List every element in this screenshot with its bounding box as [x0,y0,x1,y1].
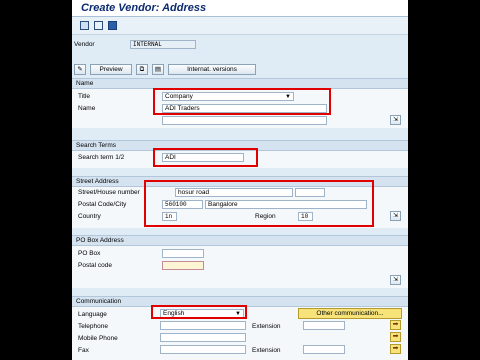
mobile-arrow-icon[interactable]: ➡ [390,332,401,342]
fax-label: Fax [78,347,89,354]
preview-button[interactable]: Preview [90,64,132,75]
sap-screen: Create Vendor: Address Vendor INTERNAL ✎… [72,0,408,360]
mobile-label: Mobile Phone [78,335,118,342]
fax-field[interactable] [160,345,246,354]
telephone-extension-field[interactable] [303,321,345,330]
more-address-icon[interactable]: ⇲ [390,211,401,221]
highlight-search-term [153,148,258,167]
name-field-2[interactable] [162,116,327,125]
vendor-field: INTERNAL [130,40,196,49]
name-label: Name [78,105,96,112]
preview-button-label: Preview [99,66,123,73]
po-box-field[interactable] [162,249,204,258]
name-group-heading: Name [76,80,94,87]
search-terms-heading: Search Terms [76,142,116,149]
po-postal-label: Postal code [78,262,112,269]
application-toolbar [72,17,408,35]
page-title: Create Vendor: Address [81,2,207,14]
other-object-icon[interactable] [94,21,103,30]
other-communication-button[interactable]: Other communication... [298,308,402,319]
fax-arrow-icon[interactable]: ➡ [390,344,401,354]
internat-versions-button[interactable]: Internat. versions [168,64,256,75]
language-label: Language [78,311,107,318]
communication-heading: Communication [76,298,122,305]
telephone-label: Telephone [78,323,108,330]
street-address-heading: Street Address [76,178,119,185]
search-term-label: Search term 1/2 [78,154,125,161]
fax-extension-label: Extension [252,347,281,354]
po-postal-code-field[interactable] [162,261,204,270]
more-names-icon[interactable]: ⇲ [390,115,401,125]
telephone-arrow-icon[interactable]: ➡ [390,320,401,330]
country-label: Country [78,213,101,220]
internat-versions-label: Internat. versions [187,66,237,73]
po-box-label: PO Box [78,250,101,257]
extension-label: Extension [252,323,281,330]
paste-icon[interactable]: ▤ [152,64,164,75]
telephone-field[interactable] [160,321,246,330]
copy-icon[interactable]: ⧉ [136,64,148,75]
highlight-language [151,305,247,319]
info-icon[interactable] [108,21,117,30]
display-change-icon[interactable] [80,21,89,30]
title-label: Title [78,93,91,100]
po-box-header: PO Box Address [72,236,408,246]
postal-city-label: Postal Code/City [78,201,127,208]
street-label: Street/House number [78,189,140,196]
mobile-field[interactable] [160,333,246,342]
po-box-heading: PO Box Address [76,237,124,244]
more-po-box-icon[interactable]: ⇲ [390,275,401,285]
vendor-label: Vendor [74,41,95,48]
highlight-name [153,88,331,115]
check-icon[interactable]: ✎ [74,64,86,75]
other-communication-label: Other communication... [316,310,384,317]
po-box-group: PO Box Address PO Box Postal code ⇲ [72,235,408,288]
title-bar: Create Vendor: Address [72,0,408,17]
fax-extension-field[interactable] [303,345,345,354]
highlight-street-address [144,180,374,227]
